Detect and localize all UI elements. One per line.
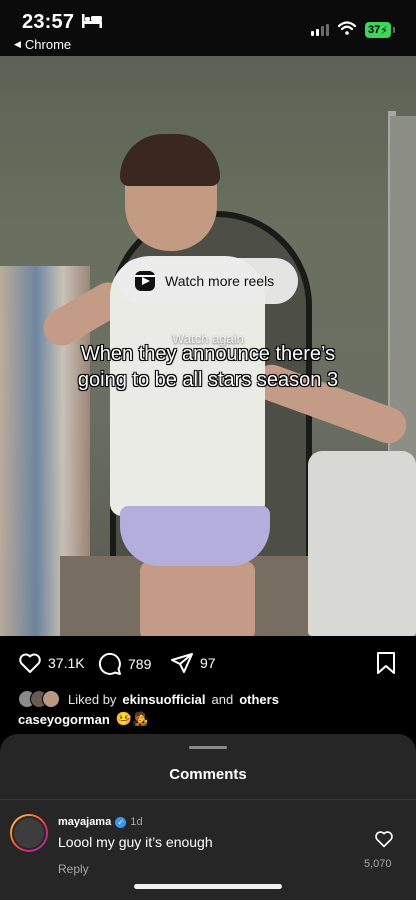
watch-more-reels-button[interactable]: Watch more reels [118,258,298,304]
comment-button[interactable]: 789 [98,652,151,676]
reply-button[interactable]: Reply [58,862,89,876]
divider [0,799,416,800]
comment-time: 1d [130,816,143,828]
comment-count: 789 [128,656,152,672]
liked-by-prefix: Liked by [68,691,117,707]
poster-caption-row: caseyogorman 🤒🧑‍🎤 [18,711,148,727]
liker-avatars [18,690,60,708]
send-icon [171,653,193,673]
comment-bubble-icon [98,652,121,675]
caption-line-1: When they announce there’s [80,343,336,365]
save-button[interactable] [376,652,396,674]
comments-sheet: Comments mayajama ✓ 1d Loool my guy it’s… [0,734,416,900]
like-button[interactable]: 37.1K [18,652,85,674]
verified-badge-icon: ✓ [115,816,127,828]
back-app-label: Chrome [24,37,72,52]
clock: 23:57 [22,11,75,33]
home-indicator[interactable] [134,884,282,889]
liked-by-user[interactable]: ekinsuofficial [122,692,205,707]
back-to-app-link[interactable]: ◀ Chrome [14,37,71,52]
sheet-grabber[interactable] [189,746,227,749]
comment-header: mayajama ✓ 1d [58,816,143,828]
reels-icon [135,271,155,291]
like-count: 37.1K [48,655,85,671]
liked-by-others[interactable]: others [239,692,279,707]
battery-indicator: 37 ⚡ [365,22,395,38]
heart-icon [19,653,41,673]
wifi-icon [338,21,356,35]
liked-by-row[interactable]: Liked by ekinsuofficial and others [18,690,279,708]
sheet-title: Comments [169,766,247,783]
comment-like-count: 5,070 [364,858,392,870]
sleep-focus-icon [82,14,102,28]
comment-username[interactable]: mayajama [58,816,111,828]
person-hair [120,134,220,186]
status-bar: 23:57 ◀ Chrome 37 ⚡ [0,0,416,56]
person-briefs [120,506,270,566]
caption-line-2: going to be all stars season 3 [77,369,339,391]
action-bar: 37.1K 789 97 [0,644,416,684]
watch-more-label: Watch more reels [165,273,275,289]
person-legs [140,561,255,636]
share-count: 97 [200,655,216,671]
poster-username[interactable]: caseyogorman [18,712,110,727]
bookmark-icon [377,652,395,674]
cellular-signal-icon [311,24,329,36]
poster-emoji: 🤒🧑‍🎤 [115,711,149,726]
share-button[interactable]: 97 [170,652,216,674]
back-triangle-icon: ◀ [14,39,21,49]
laundry-bag [308,451,416,636]
avatar [42,690,60,708]
commenter-avatar[interactable] [10,814,48,852]
avatar-photo [12,816,46,850]
liked-by-and: and [211,691,234,707]
video-caption: When they announce there’s going to be a… [0,341,416,393]
comment-heart-icon[interactable] [374,830,394,848]
comment-text: Loool my guy it’s enough [58,834,213,850]
battery-level: 37 [368,24,381,36]
